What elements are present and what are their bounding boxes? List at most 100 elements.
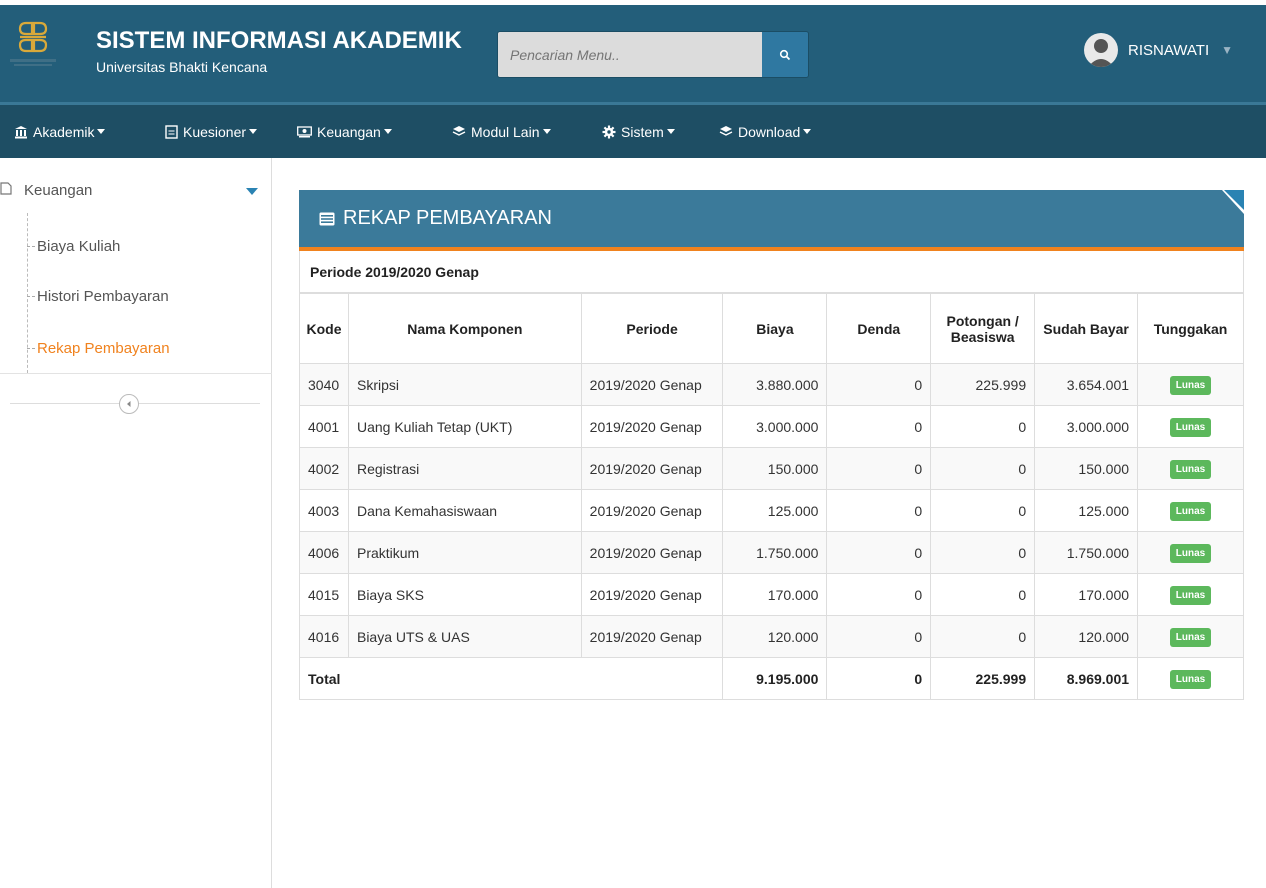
sidebar-item-biaya-kuliah[interactable]: Biaya Kuliah: [27, 238, 120, 255]
app-subtitle: Universitas Bhakti Kencana: [96, 59, 268, 75]
nav-download[interactable]: Download: [719, 105, 812, 158]
nav-keuangan[interactable]: Keuangan: [297, 105, 392, 158]
column-header: Nama Komponen: [347, 293, 582, 364]
caret-down-icon: [666, 129, 675, 134]
status-badge: Lunas: [1169, 459, 1212, 479]
status-badge: Lunas: [1169, 543, 1212, 563]
nav-sistem[interactable]: Sistem: [602, 105, 675, 158]
cell-periode: 2019/2020 Genap: [580, 489, 724, 532]
nav-modul-lain[interactable]: Modul Lain: [452, 105, 551, 158]
total-tunggakan: Lunas: [1137, 657, 1244, 700]
sidebar-item-label: Rekap Pembayaran: [37, 340, 170, 357]
caret-down-icon: [542, 129, 551, 134]
cell-tunggakan: Lunas: [1137, 447, 1244, 490]
cell-potongan: 0: [930, 489, 1036, 532]
cell-periode: 2019/2020 Genap: [580, 405, 724, 448]
cell-sudah-bayar: 3.000.000: [1034, 405, 1139, 448]
nav-kuesioner[interactable]: Kuesioner: [165, 105, 258, 158]
nav-akademik-label: Akademik: [33, 123, 95, 140]
sidebar: Keuangan Biaya Kuliah Histori Pembayaran…: [0, 158, 272, 888]
cell-denda: 0: [826, 363, 932, 406]
user-menu[interactable]: RISNAWATI ▼: [1084, 33, 1233, 67]
list-icon: [319, 212, 335, 226]
nav-modul-lain-label: Modul Lain: [471, 123, 540, 140]
file-icon: [165, 124, 178, 139]
cell-tunggakan: Lunas: [1137, 363, 1244, 406]
periode-label: Periode 2019/2020 Genap: [299, 251, 1244, 293]
payment-table: Kode Nama Komponen Periode Biaya Denda P…: [298, 293, 1244, 700]
sidebar-item-rekap-pembayaran[interactable]: Rekap Pembayaran: [27, 340, 170, 357]
panel-corner-fold: [1224, 190, 1244, 210]
cell-sudah-bayar: 125.000: [1034, 489, 1139, 532]
total-potongan: 225.999: [930, 657, 1036, 700]
cell-biaya: 125.000: [722, 489, 828, 532]
chevron-down-icon: ▼: [1221, 43, 1233, 57]
column-header: Biaya: [722, 293, 828, 364]
cell-denda: 0: [826, 615, 932, 658]
cell-periode: 2019/2020 Genap: [580, 573, 724, 616]
cell-biaya: 3.880.000: [722, 363, 828, 406]
layers-icon: [719, 125, 733, 138]
cell-periode: 2019/2020 Genap: [580, 363, 724, 406]
caret-down-icon: [249, 129, 258, 134]
cell-periode: 2019/2020 Genap: [580, 447, 724, 490]
caret-down-icon: [246, 188, 258, 195]
search-icon: [780, 49, 791, 60]
search-button[interactable]: [762, 32, 808, 77]
column-header: Potongan / Beasiswa: [930, 293, 1036, 364]
university-logo[interactable]: [8, 17, 58, 69]
cell-kode: 4016: [299, 615, 349, 658]
column-header: Tunggakan: [1137, 293, 1244, 364]
gear-icon: [602, 125, 616, 139]
cell-tunggakan: Lunas: [1137, 573, 1244, 616]
cell-potongan: 0: [930, 573, 1036, 616]
cell-potongan: 0: [930, 405, 1036, 448]
column-header: Periode: [580, 293, 724, 364]
sidebar-item-label: Histori Pembayaran: [37, 288, 169, 305]
cell-tunggakan: Lunas: [1137, 615, 1244, 658]
sidebar-item-label: Biaya Kuliah: [37, 238, 121, 255]
cell-sudah-bayar: 150.000: [1034, 447, 1139, 490]
table-row: 4006 Praktikum 2019/2020 Genap 1.750.000…: [299, 531, 1244, 574]
user-icon: [1088, 39, 1114, 67]
status-badge: Lunas: [1169, 417, 1212, 437]
cell-tunggakan: Lunas: [1137, 489, 1244, 532]
column-header: Sudah Bayar: [1034, 293, 1139, 364]
nav-keuangan-label: Keuangan: [317, 123, 381, 140]
cell-kode: 4015: [299, 573, 349, 616]
cell-kode: 3040: [299, 363, 349, 406]
status-badge: Lunas: [1169, 627, 1212, 647]
cell-sudah-bayar: 170.000: [1034, 573, 1139, 616]
sidebar-section-label: Keuangan: [24, 181, 93, 199]
panel-title: REKAP PEMBAYARAN: [343, 207, 552, 229]
cell-kode: 4006: [299, 531, 349, 574]
folder-icon: [0, 181, 12, 199]
app-title: SISTEM INFORMASI AKADEMIK: [96, 27, 462, 54]
cell-kode: 4001: [299, 405, 349, 448]
cell-nama: Dana Kemahasiswaan: [347, 489, 582, 532]
sidebar-section-keuangan[interactable]: Keuangan: [0, 180, 272, 200]
caret-down-icon: [383, 129, 392, 134]
caret-down-icon: [97, 129, 106, 134]
cell-denda: 0: [826, 405, 932, 448]
cell-nama: Uang Kuliah Tetap (UKT): [347, 405, 582, 448]
table-row: 4002 Registrasi 2019/2020 Genap 150.000 …: [299, 447, 1244, 490]
rekap-pembayaran-panel: REKAP PEMBAYARAN Periode 2019/2020 Genap…: [298, 190, 1244, 700]
nav-akademik[interactable]: Akademik: [14, 105, 106, 158]
cell-potongan: 0: [930, 531, 1036, 574]
search-box: [497, 31, 809, 78]
layers-icon: [452, 125, 466, 138]
cell-denda: 0: [826, 573, 932, 616]
search-input[interactable]: [498, 32, 763, 77]
status-badge: Lunas: [1169, 669, 1212, 689]
sidebar-item-histori-pembayaran[interactable]: Histori Pembayaran: [27, 288, 169, 305]
total-sudah-bayar: 8.969.001: [1034, 657, 1139, 700]
cell-sudah-bayar: 3.654.001: [1034, 363, 1139, 406]
table-row: 4001 Uang Kuliah Tetap (UKT) 2019/2020 G…: [299, 405, 1244, 448]
sidebar-collapse-button[interactable]: [119, 394, 139, 414]
caret-down-icon: [803, 129, 812, 134]
cell-nama: Praktikum: [347, 531, 582, 574]
nav-kuesioner-label: Kuesioner: [183, 123, 247, 140]
cell-tunggakan: Lunas: [1137, 531, 1244, 574]
app-header: SISTEM INFORMASI AKADEMIK Universitas Bh…: [0, 5, 1266, 105]
